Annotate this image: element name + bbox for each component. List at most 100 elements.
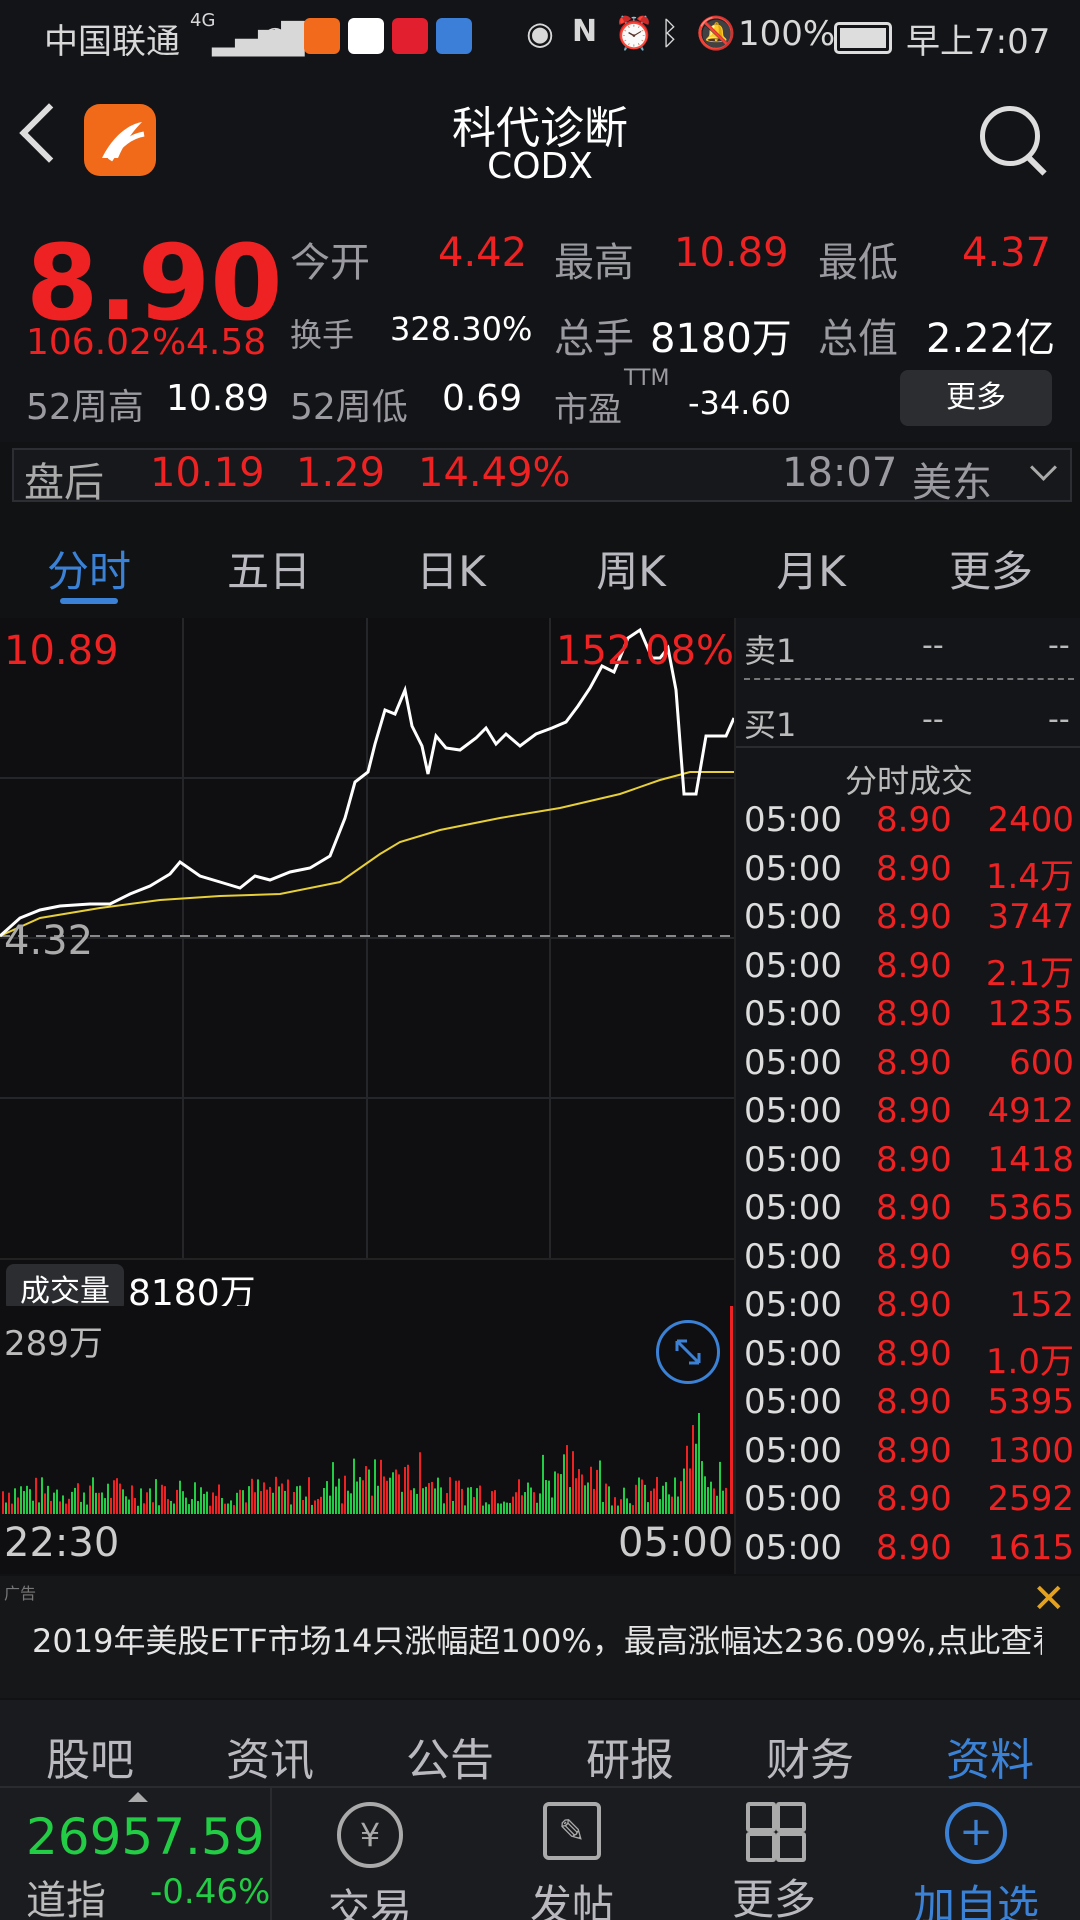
after-hours-bar[interactable]: 盘后 10.19 1.29 14.49% 18:07 美东 (12, 448, 1072, 506)
volume-bar (113, 1480, 115, 1514)
trade-volume: 1300 (987, 1430, 1074, 1471)
volume-bar (611, 1505, 613, 1514)
volume-bar (485, 1502, 487, 1514)
volume-bar (374, 1459, 376, 1514)
volume-bar (230, 1500, 232, 1514)
trade-time: 05:00 (744, 897, 842, 937)
chevron-down-icon[interactable] (1030, 454, 1057, 481)
tab-intraday[interactable]: 分时 (14, 538, 164, 599)
app-notify-icon (304, 18, 340, 54)
intraday-chart[interactable]: 10.89 152.08% 4.32 (0, 618, 736, 1258)
trade-row: 05:00 8.90 1235 (744, 994, 1074, 1042)
tab-monthly-k[interactable]: 月K (736, 538, 886, 599)
volume-bar (14, 1488, 16, 1514)
pe-ttm-sup: TTM (624, 366, 670, 391)
btab-profile[interactable]: 资料 (900, 1724, 1080, 1788)
volume-bar (326, 1481, 328, 1514)
week52-high-value: 10.89 (166, 378, 270, 419)
volume-bar (56, 1489, 58, 1514)
nav-add-watch[interactable]: + 加自选 (876, 1802, 1076, 1920)
volume-bar (407, 1464, 409, 1514)
btab-forum[interactable]: 股吧 (0, 1724, 180, 1788)
index-ticker[interactable]: 26957.59 道指 -0.46% (0, 1788, 272, 1920)
volume-bar (419, 1452, 421, 1514)
volume-bar (173, 1503, 175, 1514)
volume-bar (590, 1466, 592, 1514)
ad-banner[interactable]: 广告 2019年美股ETF市场14只涨幅超100%，最高涨幅达236.09%,点… (0, 1576, 1080, 1698)
volume-bar (725, 1487, 727, 1514)
tab-weekly-k[interactable]: 周K (556, 538, 706, 599)
more-button[interactable]: 更多 (900, 370, 1052, 426)
volume-bar (620, 1499, 622, 1514)
volume-bar (377, 1485, 379, 1514)
volume-bar (191, 1499, 193, 1514)
app-notify-icon-3 (392, 18, 428, 54)
trades-divider (736, 746, 1080, 748)
btab-announcement[interactable]: 公告 (360, 1724, 540, 1788)
volume-bar (509, 1502, 511, 1514)
tab-five-day[interactable]: 五日 (194, 538, 344, 599)
tab-more[interactable]: 更多 (916, 538, 1066, 599)
volume-bar (380, 1459, 382, 1514)
volume-bar (155, 1479, 157, 1514)
volume-bar (500, 1503, 502, 1514)
volume-label[interactable]: 成交量 (6, 1264, 124, 1312)
volume-bar (599, 1460, 601, 1514)
volume-bar (314, 1500, 316, 1514)
volume-bar (272, 1492, 274, 1514)
stock-ticker: CODX (487, 146, 593, 187)
volume-bar (548, 1480, 550, 1514)
expand-icon[interactable] (656, 1320, 720, 1384)
trade-row: 05:00 8.90 5365 (744, 1188, 1074, 1236)
btab-research[interactable]: 研报 (540, 1724, 720, 1788)
close-icon[interactable]: ✕ (1032, 1576, 1066, 1622)
volume-bar (26, 1485, 28, 1514)
volume-bar (656, 1476, 658, 1514)
volume-bar (101, 1492, 103, 1514)
trade-time: 05:00 (744, 1188, 842, 1228)
trade-price: 8.90 (876, 800, 952, 840)
volume-bar (164, 1486, 166, 1514)
volume-bar (29, 1489, 31, 1514)
volume-bar (176, 1489, 178, 1514)
volume-bar (539, 1493, 541, 1514)
volume-bar (203, 1493, 205, 1514)
volume-bar (194, 1482, 196, 1514)
nav-more[interactable]: 更多 (674, 1802, 874, 1920)
volume-bar (593, 1488, 595, 1514)
volume-bar (581, 1474, 583, 1514)
clock: 早上7:07 (906, 22, 1051, 62)
back-icon[interactable] (19, 103, 79, 163)
volume-bar (224, 1503, 226, 1514)
volume-bar (629, 1503, 631, 1514)
volume-bar (275, 1476, 277, 1514)
volume-bar (563, 1454, 565, 1514)
volume-bar (449, 1477, 451, 1514)
trade-time: 05:00 (744, 1382, 842, 1422)
volume-chart[interactable]: 289万 (0, 1306, 734, 1514)
after-hours-price: 10.19 (150, 450, 265, 496)
order-book-panel: 卖1 -- -- 买1 -- -- 分时成交 05:00 8.90 2400 05:0… (734, 618, 1080, 1574)
nav-post[interactable]: ✎ 发帖 (472, 1802, 672, 1920)
pe-value: -34.60 (688, 384, 792, 422)
volume-bar (287, 1479, 289, 1514)
trade-time: 05:00 (744, 1430, 842, 1471)
volume-bar (254, 1492, 256, 1514)
volume-bar (278, 1486, 280, 1514)
volume-bar (602, 1501, 604, 1514)
trade-time: 05:00 (744, 994, 842, 1034)
volume-bar (557, 1473, 559, 1514)
ad-text[interactable]: 2019年美股ETF市场14只涨幅超100%，最高涨幅达236.09%,点此查看… (32, 1616, 1042, 1662)
caret-up-icon (128, 1792, 148, 1802)
btab-news[interactable]: 资讯 (180, 1724, 360, 1788)
volume-bar (152, 1502, 154, 1514)
volume-bar (131, 1485, 133, 1514)
btab-finance[interactable]: 财务 (720, 1724, 900, 1788)
search-icon[interactable] (980, 106, 1047, 176)
volume-bar (116, 1478, 118, 1514)
tab-daily-k[interactable]: 日K (376, 538, 526, 599)
volume-bar (308, 1477, 310, 1514)
volume-bar (266, 1489, 268, 1514)
nav-post-label: 发帖 (529, 1881, 614, 1920)
nav-trade[interactable]: ¥ 交易 (270, 1802, 470, 1920)
